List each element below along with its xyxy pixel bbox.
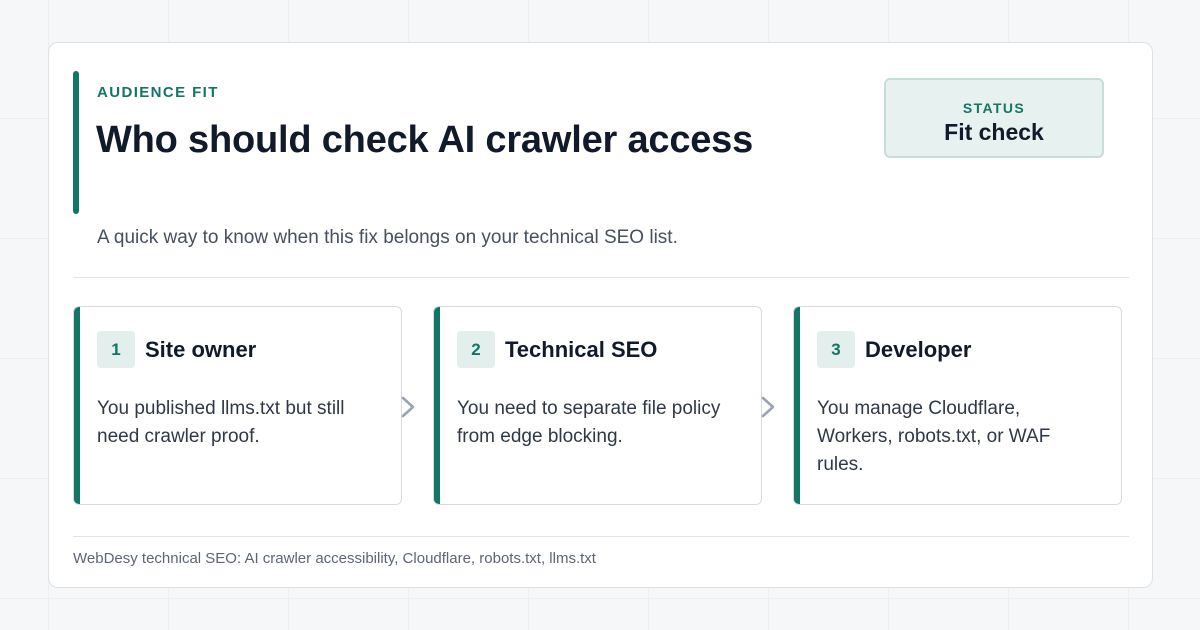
footer-text: WebDesy technical SEO: AI crawler access… xyxy=(73,550,596,567)
step-card-technical-seo: 2 Technical SEO You need to separate fil… xyxy=(433,306,762,505)
chevron-right-icon xyxy=(761,396,775,418)
eyebrow-label: AUDIENCE FIT xyxy=(97,84,219,101)
header-accent-bar xyxy=(73,71,79,214)
step-description: You published llms.txt but still need cr… xyxy=(97,398,345,447)
page-subtitle: A quick way to know when this fix belong… xyxy=(97,227,678,248)
audience-fit-card: AUDIENCE FIT Who should check AI crawler… xyxy=(48,42,1153,588)
status-badge: STATUS Fit check xyxy=(884,78,1104,158)
chevron-right-icon xyxy=(401,396,415,418)
step-number-badge: 3 xyxy=(817,331,855,368)
step-description: You need to separate file policy from ed… xyxy=(457,398,721,447)
step-accent-bar xyxy=(74,307,80,504)
step-number-badge: 1 xyxy=(97,331,135,368)
page-title: Who should check AI crawler access xyxy=(96,119,754,161)
step-title: Site owner xyxy=(145,337,257,362)
status-value: Fit check xyxy=(944,119,1044,145)
status-label: STATUS xyxy=(962,100,1026,116)
step-title: Developer xyxy=(865,337,972,362)
step-number-badge: 2 xyxy=(457,331,495,368)
step-card-site-owner: 1 Site owner You published llms.txt but … xyxy=(73,306,402,505)
step-card-developer: 3 Developer You manage Cloudflare, Worke… xyxy=(793,306,1122,505)
step-accent-bar xyxy=(434,307,440,504)
step-accent-bar xyxy=(794,307,800,504)
header-divider xyxy=(73,277,1129,278)
footer-divider xyxy=(73,536,1129,537)
step-title: Technical SEO xyxy=(505,337,658,362)
step-description: You manage Cloudflare, Workers, robots.t… xyxy=(817,398,1051,475)
